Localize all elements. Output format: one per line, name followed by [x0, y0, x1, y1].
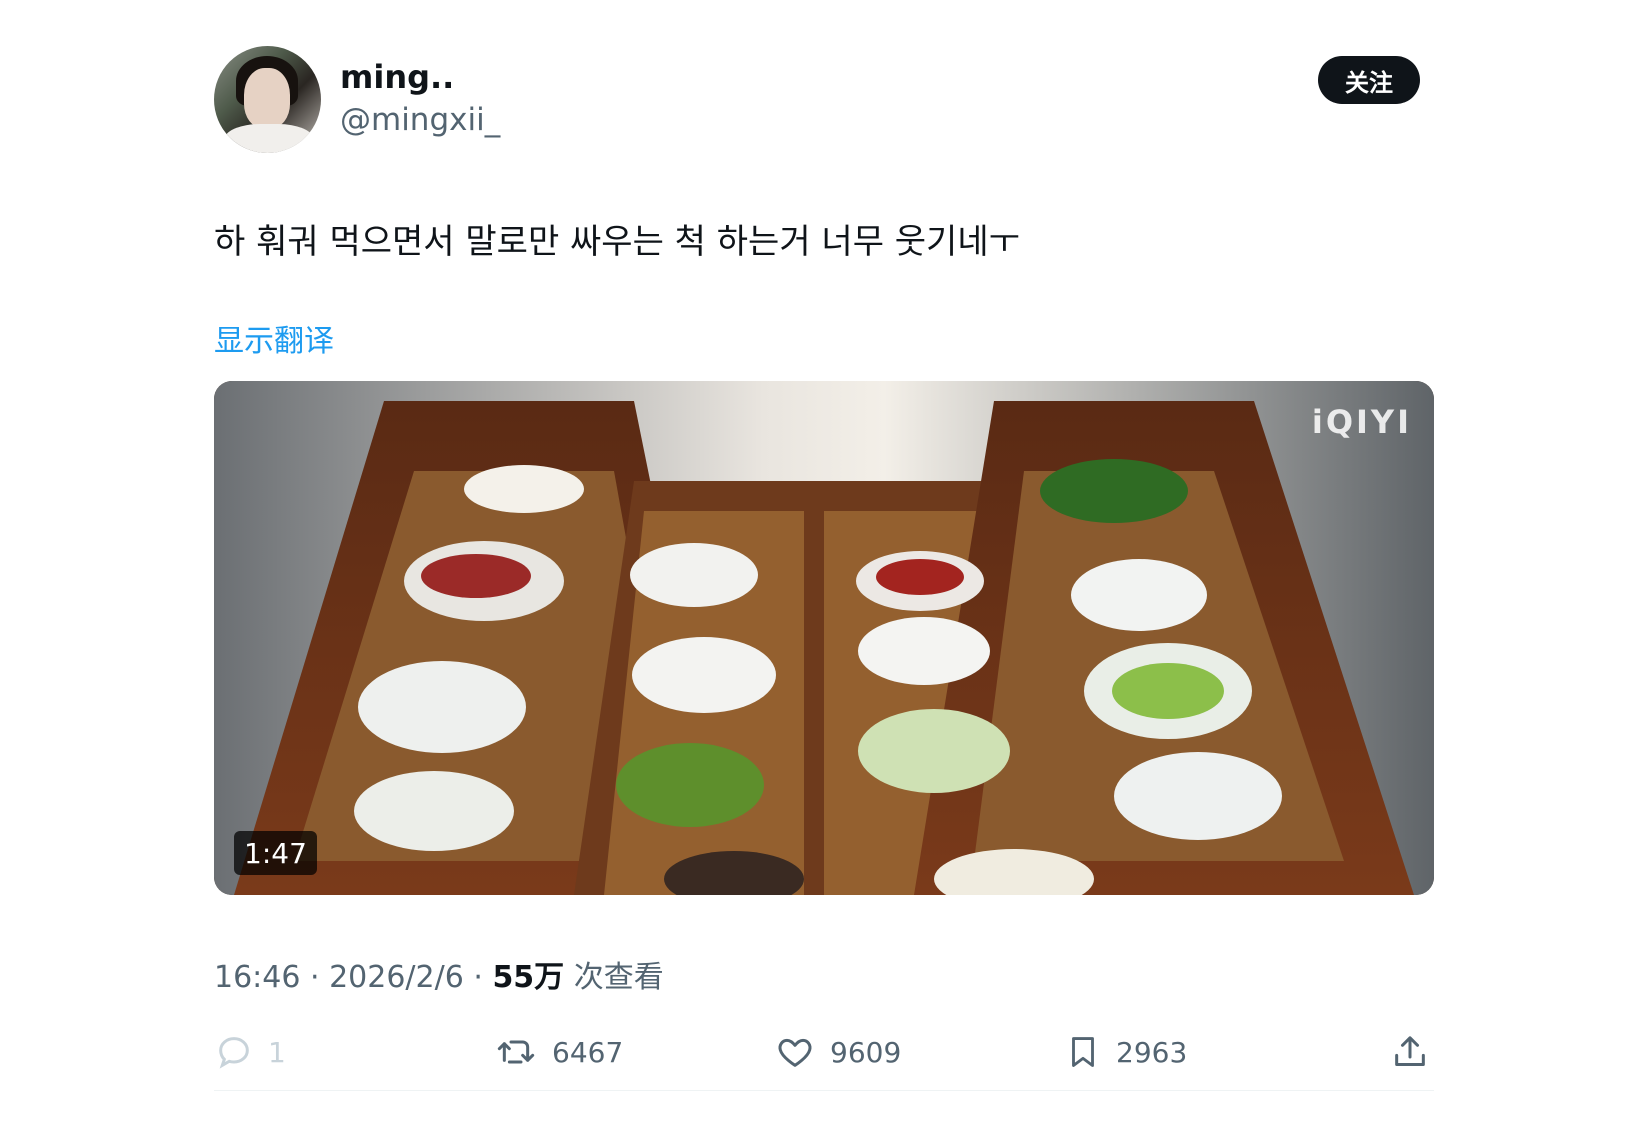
tweet-date[interactable]: 2026/2/6: [329, 960, 464, 995]
author-handle[interactable]: @mingxii_: [340, 102, 500, 138]
tweet-time[interactable]: 16:46: [214, 960, 300, 995]
divider: [214, 1090, 1434, 1091]
follow-button[interactable]: 关注: [1318, 56, 1420, 104]
heart-icon: [778, 1038, 812, 1067]
video-thumbnail: [214, 381, 1434, 895]
reply-count: 1: [268, 1035, 286, 1069]
like-count: 9609: [830, 1035, 902, 1069]
author-avatar[interactable]: [214, 46, 321, 153]
meta-separator: ·: [463, 960, 493, 995]
retweet-count: 6467: [552, 1035, 624, 1069]
meta-separator: ·: [300, 960, 330, 995]
view-count: 55万: [492, 960, 565, 995]
tweet-actions-bar: 1 6467 9609 2963: [214, 1024, 1434, 1080]
tweet-text: 하 훠궈 먹으면서 말로만 싸우는 척 하는거 너무 웃기네ㅜ: [214, 222, 1020, 262]
reply-icon: [219, 1037, 249, 1069]
video-duration: 1:47: [234, 831, 317, 875]
iqiyi-watermark: iQIYI: [1311, 403, 1412, 441]
tweet-metadata: 16:46 · 2026/2/6 · 55万 次查看: [214, 952, 664, 996]
share-button[interactable]: [1390, 1024, 1444, 1080]
view-count-suffix: 次查看: [564, 960, 664, 995]
video-player[interactable]: iQIYI 1:47: [214, 381, 1434, 895]
bookmark-count: 2963: [1116, 1035, 1188, 1069]
author-display-name[interactable]: ming..: [340, 58, 454, 96]
bookmark-button[interactable]: 2963: [1064, 1024, 1187, 1080]
show-translation-link[interactable]: 显示翻译: [214, 316, 334, 360]
bookmark-icon: [1072, 1037, 1094, 1067]
like-button[interactable]: 9609: [774, 1024, 901, 1080]
retweet-button[interactable]: 6467: [494, 1024, 623, 1080]
retweet-icon: [497, 1040, 535, 1064]
share-icon: [1395, 1036, 1425, 1066]
reply-button[interactable]: 1: [214, 1024, 286, 1080]
